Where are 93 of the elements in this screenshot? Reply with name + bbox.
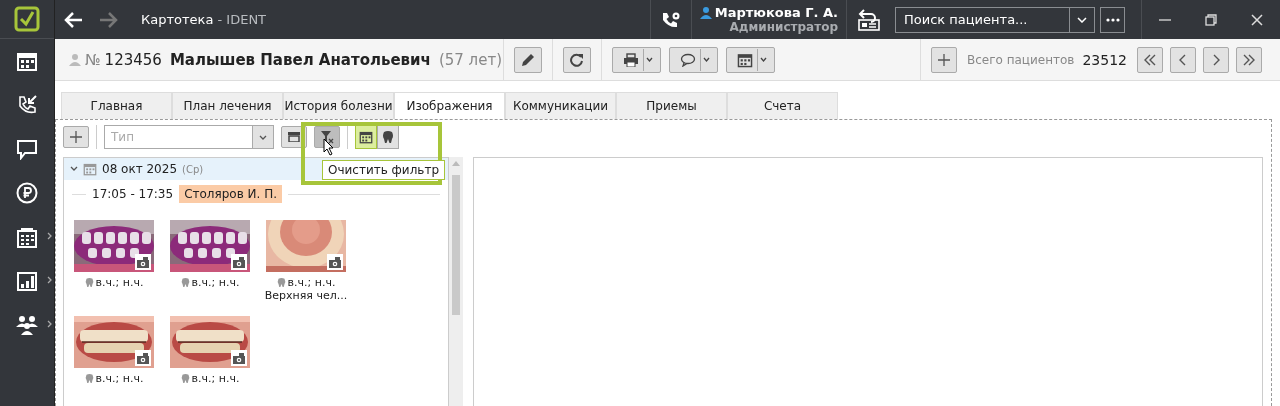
double-chevron-right-icon [1243,53,1255,66]
edit-button[interactable] [514,46,542,73]
caret-down-icon [259,134,267,140]
calendar-icon [359,130,373,144]
calendar-icon [83,162,97,176]
pencil-icon [521,52,535,67]
doctor-tag: Столяров И. П. [179,185,282,203]
tab[interactable]: Коммуникации [505,92,616,119]
double-chevron-left-icon [1144,53,1156,66]
search-field[interactable]: Поиск пациента... [895,6,1069,33]
tooth-icon [381,130,395,144]
add-patient-button[interactable] [930,46,957,73]
refresh-icon [570,52,584,67]
chevron-right-icon[interactable] [47,320,52,328]
printer-icon [623,52,639,67]
date: 08 окт 2025 [102,162,178,176]
restore-icon [1205,13,1217,26]
patient-number: 123456 [104,50,162,69]
calendar-icon[interactable] [16,50,38,72]
calendar-view-button[interactable] [355,125,377,149]
chevron-right-icon[interactable] [47,276,52,284]
total-count: 23512 [1082,51,1127,68]
schedule-icon[interactable] [16,226,38,248]
tooth-icon [276,277,286,288]
camera-icon [233,352,245,364]
forward-arrow-icon [99,10,119,29]
weekday: (Ср) [182,163,204,175]
caret-down-icon [702,57,710,62]
image-caption: в.ч.; н.ч. [191,276,240,289]
tab[interactable]: План лечения [172,92,283,119]
chevron-right-icon[interactable] [47,232,52,240]
caret-down-icon [645,57,653,62]
camera-icon [329,256,341,268]
appointment-time: 17:05 - 17:35 [92,187,174,201]
ruble-icon[interactable] [16,182,38,204]
first-button[interactable] [1137,46,1163,73]
message-button[interactable] [669,46,718,73]
user-icon [699,5,712,19]
camera-icon [137,352,149,364]
patient-name: Малышев Павел Анатольевич [169,50,431,69]
add-button[interactable] [63,126,89,148]
calendar-button[interactable] [726,46,775,73]
people-icon[interactable] [15,314,39,336]
tooth-icon [180,277,190,288]
checkmark-logo[interactable] [14,6,40,32]
plus-icon [937,53,950,66]
user-role: Администратор [729,19,838,35]
minimize-icon [1159,18,1171,21]
caret-down-icon[interactable] [1077,16,1087,23]
tab[interactable]: История болезни [283,92,394,119]
user-name: Мартюкова Г. А. [699,4,838,20]
number-sign: № [85,50,101,69]
chat-icon[interactable] [16,138,38,160]
tooltip: Очистить фильтр [322,160,445,180]
tooth-icon [84,277,94,288]
close-icon [1251,13,1263,26]
back-arrow-icon [63,10,83,29]
tab[interactable]: Главная [61,92,172,119]
scrollbar[interactable] [449,157,463,406]
image-caption: в.ч.; н.ч. [287,276,336,289]
image-caption: в.ч.; н.ч. [95,372,144,385]
dots-icon [1105,17,1120,22]
window-title: Картотека - IDENT [141,12,268,27]
image-caption: в.ч.; н.ч. [191,372,240,385]
plus-icon [70,131,82,143]
archive-icon [288,132,300,142]
image-caption: в.ч.; н.ч. [95,276,144,289]
tab[interactable]: Изображения [394,92,505,119]
type-field[interactable]: Тип [104,125,252,149]
tooth-icon [180,373,190,384]
caret-down-icon [759,57,767,62]
patient-age: (57 лет) [438,50,502,69]
clear-filter-button[interactable] [314,126,340,148]
camera-icon [137,256,149,268]
cursor-icon [323,138,335,156]
tab[interactable]: Приемы [616,92,727,119]
tooth-view-button[interactable] [377,125,399,149]
print-button[interactable] [612,46,661,73]
phone-icon[interactable] [16,94,38,116]
dropdown-button[interactable] [1069,6,1095,33]
person-icon [69,53,81,66]
calendar-icon [737,51,753,68]
refresh-button[interactable] [563,46,591,73]
more-button[interactable] [1100,6,1125,33]
speech-bubble-icon [680,52,696,67]
tooth-icon [84,373,94,384]
image-note: Верхняя чел... [264,289,348,302]
chart-icon[interactable] [16,270,38,292]
id-card-return-icon [857,8,881,31]
last-button[interactable] [1236,46,1262,73]
tab[interactable]: Счета [727,92,838,119]
camera-icon [233,256,245,268]
total-label: Всего пациентов [966,52,1075,67]
